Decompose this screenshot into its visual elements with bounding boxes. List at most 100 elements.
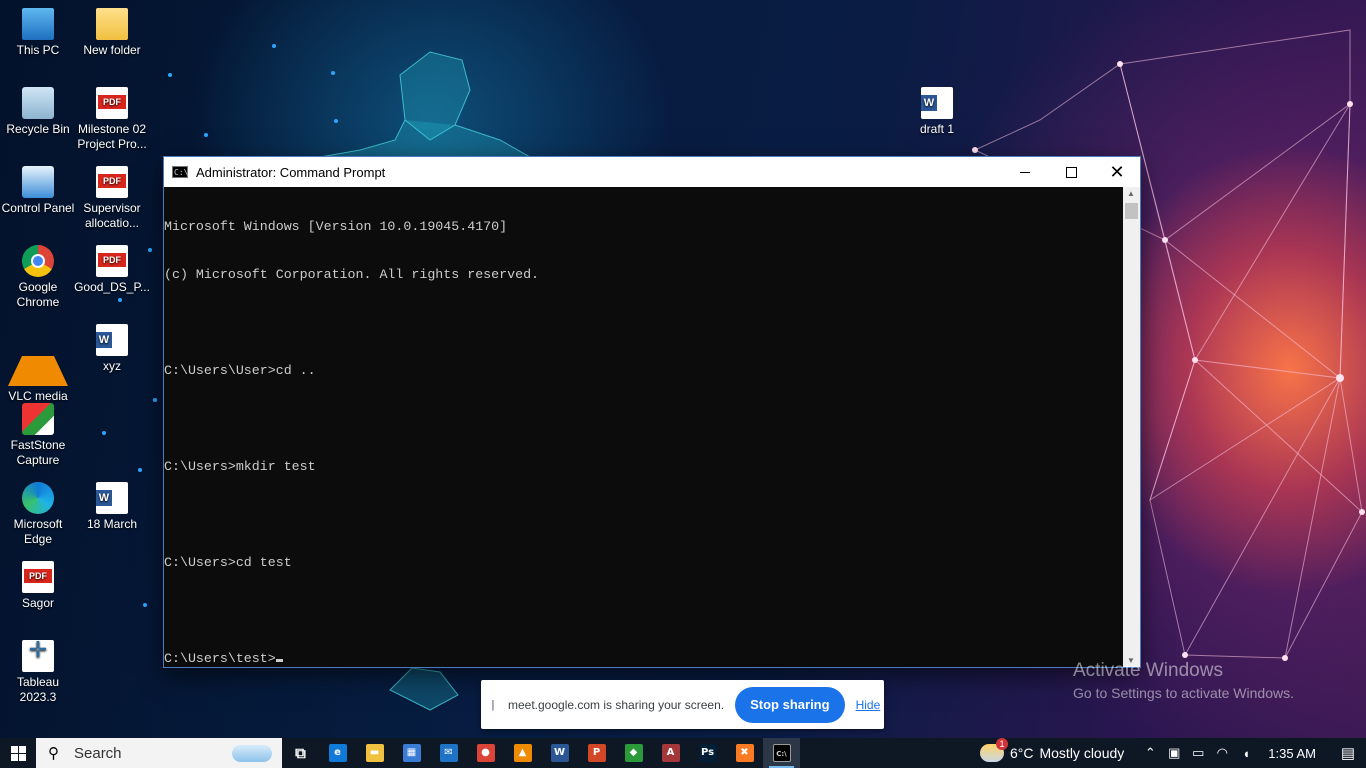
hide-link[interactable]: Hide [856,698,881,712]
desktop-icon-good-ds[interactable]: Good_DS_P... [74,245,150,295]
scroll-up-icon[interactable]: ▲ [1127,189,1135,198]
close-button[interactable]: ✕ [1094,157,1140,187]
mail-icon: ✉ [439,744,458,762]
notification-center-icon[interactable]: ▤ [1330,744,1366,762]
activation-watermark: Activate Windows Go to Settings to activ… [1073,660,1294,704]
activation-title: Activate Windows [1073,660,1223,681]
console-prompt-line[interactable]: C:\Users\test> [164,651,1123,667]
stop-sharing-button[interactable]: Stop sharing [735,686,845,723]
scrollbar-thumb[interactable] [1125,203,1138,219]
desktop-icon-faststone[interactable]: FastStone Capture [0,403,76,468]
vlc-icon: ▲ [513,744,532,762]
desktop-icon-label: New folder [83,43,141,57]
desktop-icon-label: Sagor [21,596,55,610]
volume-icon[interactable]: ◖ [1234,746,1258,761]
desktop-icon-tableau[interactable]: Tableau 2023.3 [0,640,76,705]
maximize-icon [1065,166,1077,178]
desktop-icon-18-march[interactable]: 18 March [74,482,150,532]
taskbar-app-access[interactable]: A [652,738,689,768]
taskbar-app-task-view[interactable]: ⧉ [282,738,319,768]
system-tray: 1 6°C Mostly cloudy ⌃ ▣ ▭ ◠ ◖ 1:35 AM ▤ [979,738,1366,768]
desktop-icon-supervisor[interactable]: Supervisor allocatio... [74,166,150,231]
xampp-icon: ✖ [735,744,754,762]
taskbar-search-box[interactable]: ⚲ Search [36,738,282,768]
weather-widget[interactable]: 1 6°C Mostly cloudy [979,738,1125,762]
window-titlebar[interactable]: C:\ Administrator: Command Prompt ✕ [164,157,1140,187]
faststone-icon [22,403,54,435]
file-explorer-icon: ▬ [365,744,384,762]
wifi-icon[interactable]: ◠ [1210,745,1234,761]
screen-sharing-bar: || meet.google.com is sharing your scree… [481,680,884,729]
taskbar-apps: ⧉ e ▬ ▦ ✉ ● ▲ W P ◆ A Ps ✖ C:\ [282,738,800,768]
edge-icon: e [328,744,347,762]
word-doc-icon [96,482,128,514]
microsoft-store-icon: ▦ [402,744,421,762]
show-hidden-icons-chevron-icon[interactable]: ⌃ [1138,745,1162,761]
meet-now-icon[interactable]: ▣ [1162,745,1186,761]
taskbar-app-edge[interactable]: e [319,738,356,768]
desktop-icon-label: xyz [103,359,121,373]
word-doc-icon [921,87,953,119]
desktop-icon-label: Good_DS_P... [74,280,150,294]
console-line: C:\Users>cd test [164,555,292,570]
taskbar-app-file-explorer[interactable]: ▬ [356,738,393,768]
edge-icon [22,482,54,514]
taskbar-app-chrome[interactable]: ● [467,738,504,768]
weather-condition: Mostly cloudy [1039,745,1125,761]
desktop-icon-label: Tableau 2023.3 [16,675,60,704]
access-icon: A [661,744,680,762]
desktop-icon-milestone[interactable]: Milestone 02 Project Pro... [74,87,150,152]
text-cursor [275,659,283,662]
command-prompt-window[interactable]: C:\ Administrator: Command Prompt ✕ Micr… [164,157,1140,667]
weather-badge: 1 [995,738,1008,750]
battery-icon[interactable]: ▭ [1186,745,1210,761]
taskbar-app-xampp[interactable]: ✖ [726,738,763,768]
vertical-scrollbar[interactable]: ▲ ▼ [1123,187,1140,667]
pdf-icon [96,245,128,277]
minimize-button[interactable] [1002,157,1048,187]
desktop-icon-edge[interactable]: Microsoft Edge [0,482,76,547]
command-prompt-icon: C:\ [772,744,791,762]
activation-subtitle: Go to Settings to activate Windows. [1073,685,1294,701]
taskbar-app-vlc[interactable]: ▲ [504,738,541,768]
drag-handle-icon[interactable]: || [491,699,501,711]
console-line: Microsoft Windows [Version 10.0.19045.41… [164,219,508,234]
desktop-icon-this-pc[interactable]: This PC [0,8,76,58]
desktop-icon-label: Milestone 02 Project Pro... [77,122,147,151]
windows-logo-icon [10,745,26,761]
desktop-icon-recycle-bin[interactable]: Recycle Bin [0,87,76,137]
start-button[interactable] [0,738,36,768]
vlc-icon [8,324,68,386]
this-pc-icon [22,8,54,40]
desktop-icon-control-panel[interactable]: Control Panel [0,166,76,216]
desktop-icon-xyz[interactable]: xyz [74,324,150,374]
taskbar: ⚲ Search ⧉ e ▬ ▦ ✉ ● ▲ W P ◆ A Ps ✖ C:\ 1 6°C Mostly … [0,738,1366,768]
desktop-icon-new-folder[interactable]: New folder [74,8,150,58]
desktop-icon-label: Supervisor allocatio... [83,201,141,230]
clock[interactable]: 1:35 AM [1268,746,1316,761]
taskbar-app-faststone[interactable]: ◆ [615,738,652,768]
task-view-icon: ⧉ [295,744,306,762]
word-doc-icon [96,324,128,356]
taskbar-app-photoshop[interactable]: Ps [689,738,726,768]
maximize-button[interactable] [1048,157,1094,187]
search-highlight-icon [232,745,272,762]
folder-icon [96,8,128,40]
taskbar-app-command-prompt[interactable]: C:\ [763,738,800,768]
recycle-bin-icon [22,87,54,119]
photoshop-icon: Ps [698,744,717,762]
minimize-icon [1020,171,1030,173]
desktop-icon-draft-1[interactable]: draft 1 [899,87,975,137]
desktop-icon-chrome[interactable]: Google Chrome [0,245,76,310]
console-output[interactable]: Microsoft Windows [Version 10.0.19045.41… [164,187,1123,667]
taskbar-app-mail[interactable]: ✉ [430,738,467,768]
chrome-icon [22,245,54,277]
close-icon: ✕ [1109,162,1125,182]
taskbar-app-powerpoint[interactable]: P [578,738,615,768]
desktop-icon-sagor[interactable]: Sagor [0,561,76,611]
taskbar-app-microsoft-store[interactable]: ▦ [393,738,430,768]
taskbar-app-word[interactable]: W [541,738,578,768]
